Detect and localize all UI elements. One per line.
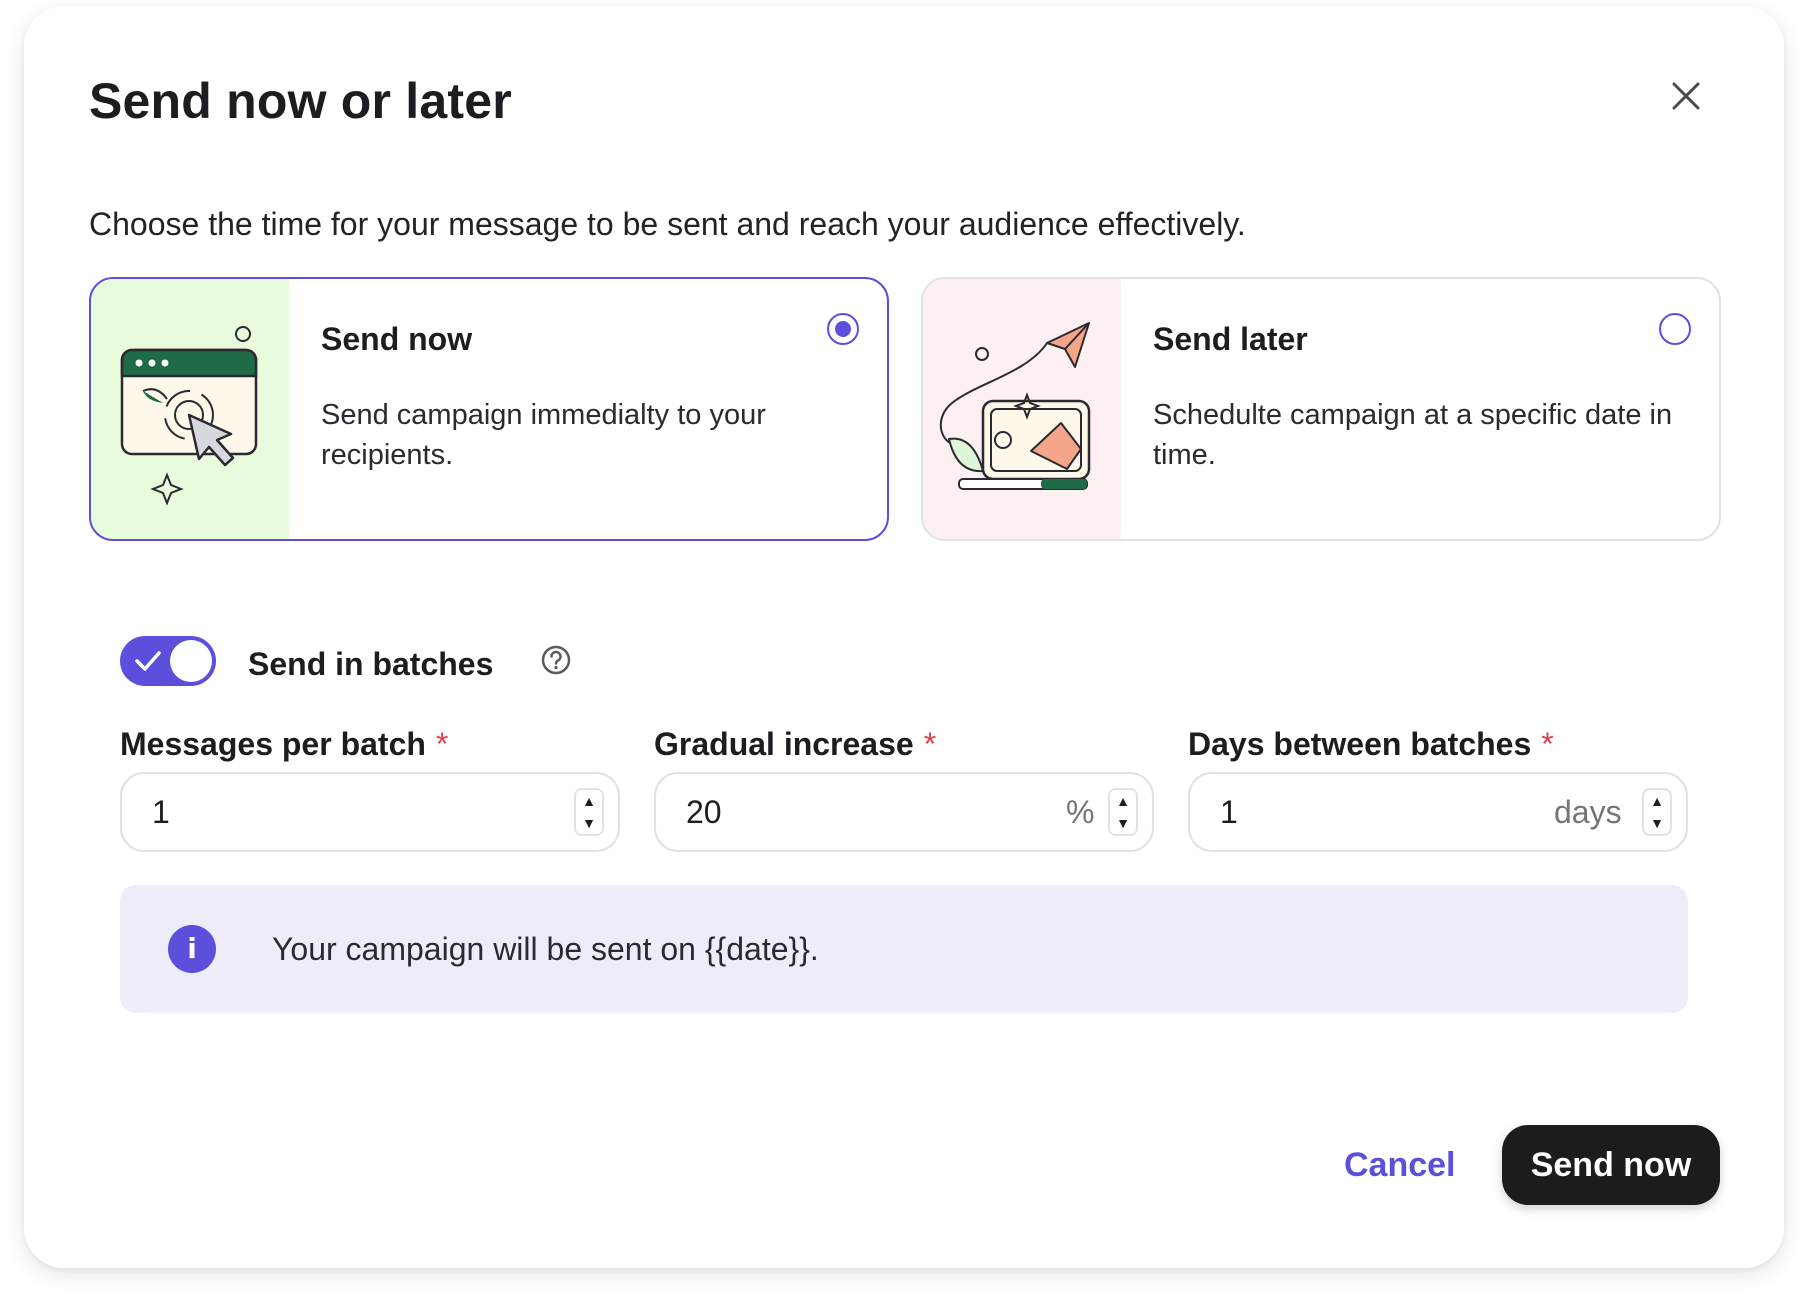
gradual-increase-label: Gradual increase * <box>654 726 936 763</box>
toggle-knob <box>170 640 212 682</box>
radio-send-later[interactable] <box>1659 313 1691 345</box>
info-text: Your campaign will be sent on {{date}}. <box>272 931 819 967</box>
stepper-down-icon[interactable]: ▼ <box>1644 812 1670 834</box>
number-stepper[interactable]: ▲ ▼ <box>1642 788 1672 836</box>
option-art <box>91 279 289 539</box>
days-between-batches-input[interactable] <box>1220 792 1520 832</box>
messages-per-batch-input[interactable] <box>152 792 452 832</box>
percent-unit: % <box>1066 794 1095 830</box>
stepper-down-icon[interactable]: ▼ <box>576 812 602 834</box>
field-label-text: Days between batches <box>1188 726 1532 762</box>
stepper-down-icon[interactable]: ▼ <box>1110 812 1136 834</box>
stepper-up-icon[interactable]: ▲ <box>1110 790 1136 812</box>
messages-per-batch-field[interactable]: ▲ ▼ <box>120 772 620 852</box>
option-title: Send now <box>321 321 473 357</box>
option-description: Schedulte campaign at a specific date in… <box>1153 399 1673 471</box>
required-asterisk: * <box>435 726 449 762</box>
option-description: Send campaign immedialty to your recipie… <box>321 399 766 471</box>
toggle-label: Send in batches <box>248 646 494 682</box>
days-between-batches-label: Days between batches * <box>1188 726 1554 763</box>
dialog-title: Send now or later <box>89 73 512 129</box>
close-icon <box>1672 82 1700 110</box>
close-button[interactable] <box>1664 74 1708 118</box>
schedule-info-banner: i Your campaign will be sent on {{date}}… <box>120 885 1688 1013</box>
gradual-increase-input[interactable] <box>686 792 986 832</box>
browser-click-illustration <box>120 326 258 506</box>
send-in-batches-toggle[interactable] <box>120 636 216 686</box>
option-art <box>923 279 1121 539</box>
radio-send-now[interactable] <box>827 313 859 345</box>
send-now-button[interactable]: Send now <box>1502 1125 1720 1205</box>
option-card-send-later[interactable]: Send later Schedulte campaign at a speci… <box>921 277 1721 541</box>
stepper-up-icon[interactable]: ▲ <box>576 790 602 812</box>
gradual-increase-field[interactable]: % ▲ ▼ <box>654 772 1154 852</box>
field-label-text: Gradual increase <box>654 726 914 762</box>
required-asterisk: * <box>1541 726 1554 762</box>
cancel-button[interactable]: Cancel <box>1344 1146 1456 1185</box>
check-icon <box>135 651 161 671</box>
stepper-up-icon[interactable]: ▲ <box>1644 790 1670 812</box>
question-circle-icon[interactable] <box>540 644 572 676</box>
option-card-send-now[interactable]: Send now Send campaign immedialty to you… <box>89 277 889 541</box>
required-asterisk: * <box>923 726 937 762</box>
days-unit: days <box>1554 794 1622 830</box>
number-stepper[interactable]: ▲ ▼ <box>574 788 604 836</box>
dialog-subtitle: Choose the time for your message to be s… <box>89 206 1246 242</box>
option-title: Send later <box>1153 321 1308 357</box>
laptop-paper-plane-illustration <box>939 322 1091 490</box>
radio-dot <box>835 321 851 337</box>
field-label-text: Messages per batch <box>120 726 426 762</box>
messages-per-batch-label: Messages per batch * <box>120 726 448 763</box>
info-icon: i <box>168 925 216 973</box>
send-dialog: Send now or later Choose the time for yo… <box>24 6 1784 1268</box>
number-stepper[interactable]: ▲ ▼ <box>1108 788 1138 836</box>
days-between-batches-field[interactable]: days ▲ ▼ <box>1188 772 1688 852</box>
